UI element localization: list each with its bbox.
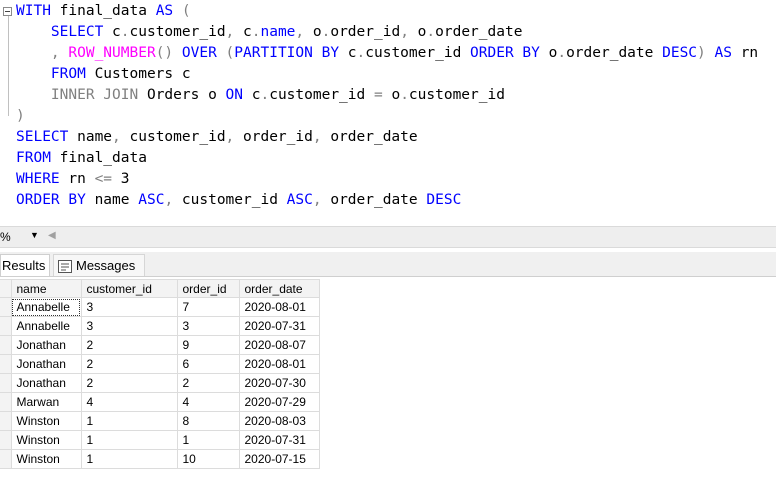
cell-name[interactable]: Winston [10, 430, 82, 450]
table-row: Jonathan 2 2 2020-07-30 [0, 373, 320, 393]
query-editor[interactable]: WITH final_data AS ( SELECT c.customer_i… [0, 0, 776, 226]
cell-order-date[interactable]: 2020-08-07 [238, 335, 320, 355]
cell-name[interactable]: Marwan [10, 392, 82, 412]
column-header-customer-id[interactable]: customer_id [80, 279, 178, 298]
code-line-7: SELECT name, customer_id, order_id, orde… [16, 129, 418, 145]
row-header[interactable] [0, 316, 12, 336]
zoom-value[interactable]: % [0, 230, 11, 244]
cell-name[interactable]: Jonathan [10, 335, 82, 355]
cell-order-id[interactable]: 1 [176, 430, 240, 450]
results-grid[interactable]: name customer_id order_id order_date Ann… [0, 277, 776, 496]
cell-customer-id[interactable]: 3 [80, 316, 178, 336]
row-header[interactable] [0, 430, 12, 450]
cell-order-id[interactable]: 10 [176, 449, 240, 469]
cell-customer-id[interactable]: 3 [80, 297, 178, 317]
cell-order-date[interactable]: 2020-07-31 [238, 430, 320, 450]
code-line-3: , ROW_NUMBER() OVER (PARTITION BY c.cust… [50, 45, 759, 61]
cell-order-date[interactable]: 2020-08-03 [238, 411, 320, 431]
zoom-bar: % ▼ ◀ [0, 226, 776, 248]
table-row: Jonathan 2 6 2020-08-01 [0, 354, 320, 374]
cell-name[interactable]: Jonathan [10, 373, 82, 393]
cell-name[interactable]: Jonathan [10, 354, 82, 374]
row-header[interactable] [0, 411, 12, 431]
outline-gutter [8, 10, 9, 116]
table-row: Marwan 4 4 2020-07-29 [0, 392, 320, 412]
scroll-left-icon[interactable]: ◀ [48, 230, 56, 241]
results-table: name customer_id order_id order_date Ann… [0, 279, 320, 469]
cell-order-id[interactable]: 6 [176, 354, 240, 374]
cell-name[interactable]: Annabelle [10, 297, 82, 317]
column-header-name[interactable]: name [10, 279, 82, 298]
row-header[interactable] [0, 297, 12, 317]
code-line-5: INNER JOIN Orders o ON c.customer_id = o… [50, 87, 505, 103]
cell-order-id[interactable]: 4 [176, 392, 240, 412]
table-row: Annabelle 3 7 2020-08-01 [0, 297, 320, 317]
table-row: Winston 1 8 2020-08-03 [0, 411, 320, 431]
corner-cell[interactable] [0, 279, 12, 298]
code-line-8: FROM final_data [16, 150, 147, 166]
header-row: name customer_id order_id order_date [0, 279, 320, 298]
code-line-10: ORDER BY name ASC, customer_id ASC, orde… [16, 192, 462, 208]
code-line-9: WHERE rn <= 3 [16, 171, 130, 187]
code-line-6: ) [16, 108, 25, 124]
cell-order-id[interactable]: 7 [176, 297, 240, 317]
table-row: Jonathan 2 9 2020-08-07 [0, 335, 320, 355]
cell-customer-id[interactable]: 1 [80, 449, 178, 469]
results-tab-bar: Results Messages [0, 252, 776, 277]
row-header[interactable] [0, 354, 12, 374]
row-header[interactable] [0, 449, 12, 469]
messages-icon [58, 260, 72, 274]
tab-results[interactable]: Results [0, 254, 50, 276]
column-header-order-id[interactable]: order_id [176, 279, 240, 298]
cell-order-date[interactable]: 2020-07-15 [238, 449, 320, 469]
cell-order-date[interactable]: 2020-07-31 [238, 316, 320, 336]
cell-order-id[interactable]: 9 [176, 335, 240, 355]
cell-customer-id[interactable]: 4 [80, 392, 178, 412]
cell-customer-id[interactable]: 2 [80, 354, 178, 374]
table-row: Winston 1 1 2020-07-31 [0, 430, 320, 450]
cell-order-date[interactable]: 2020-08-01 [238, 354, 320, 374]
tab-results-label: Results [2, 258, 46, 273]
cell-order-date[interactable]: 2020-07-29 [238, 392, 320, 412]
zoom-dropdown-icon[interactable]: ▼ [30, 230, 39, 240]
column-header-order-date[interactable]: order_date [238, 279, 320, 298]
cell-name[interactable]: Annabelle [10, 316, 82, 336]
cell-customer-id[interactable]: 1 [80, 411, 178, 431]
row-header[interactable] [0, 335, 12, 355]
row-header[interactable] [0, 392, 12, 412]
cell-order-date[interactable]: 2020-07-30 [238, 373, 320, 393]
code-line-4: FROM Customers c [50, 66, 191, 82]
row-header[interactable] [0, 373, 12, 393]
cell-order-id[interactable]: 3 [176, 316, 240, 336]
cell-customer-id[interactable]: 2 [80, 373, 178, 393]
code-line-2: SELECT c.customer_id, c.name, o.order_id… [50, 24, 523, 40]
collapse-icon[interactable] [3, 7, 12, 16]
table-row: Winston 1 10 2020-07-15 [0, 449, 320, 469]
cell-name[interactable]: Winston [10, 449, 82, 469]
tab-messages-label: Messages [76, 258, 136, 273]
code-line-1: WITH final_data AS ( [16, 3, 191, 19]
tab-messages[interactable]: Messages [53, 254, 145, 276]
cell-name[interactable]: Winston [10, 411, 82, 431]
cell-order-id[interactable]: 2 [176, 373, 240, 393]
table-row: Annabelle 3 3 2020-07-31 [0, 316, 320, 336]
cell-customer-id[interactable]: 1 [80, 430, 178, 450]
cell-order-date[interactable]: 2020-08-01 [238, 297, 320, 317]
cell-order-id[interactable]: 8 [176, 411, 240, 431]
cell-customer-id[interactable]: 2 [80, 335, 178, 355]
